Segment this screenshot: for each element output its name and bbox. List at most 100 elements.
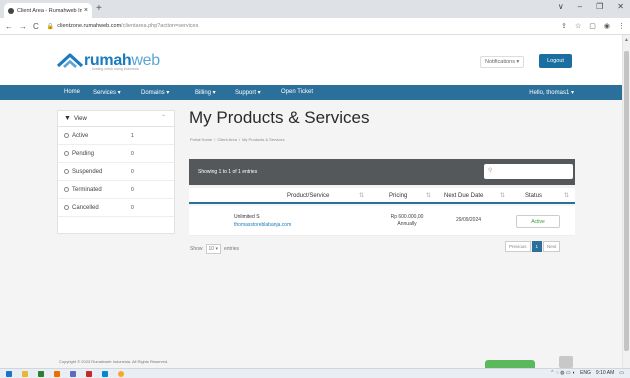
page-scrollbar[interactable]: ▲ xyxy=(622,35,630,368)
filter-terminated[interactable]: Terminated 0 xyxy=(58,181,174,199)
close-tab-icon[interactable]: × xyxy=(84,7,88,14)
table-row[interactable]: Unlimited S thomasstoreblabanja.com Rp 6… xyxy=(189,206,575,236)
nav-billing[interactable]: Billing ▾ xyxy=(195,89,216,96)
nav-support[interactable]: Support ▾ xyxy=(235,89,261,96)
menu-dots-icon[interactable]: ⋮ xyxy=(618,22,625,30)
filter-label: Suspended xyxy=(72,168,103,175)
app-icon[interactable] xyxy=(70,371,76,377)
logo-tagline: hosting untuk orang indonesia xyxy=(92,67,139,71)
nav-services[interactable]: Services ▾ xyxy=(93,89,121,96)
url-host: clientzone.rumahweb.com xyxy=(57,23,122,29)
user-menu[interactable]: Hello, thomas1 ▾ xyxy=(529,89,574,96)
file-explorer-icon[interactable] xyxy=(22,371,28,377)
main-nav: Home Services ▾ Domains ▾ Billing ▾ Supp… xyxy=(0,85,622,100)
chat-launcher[interactable] xyxy=(559,356,573,368)
maximize-icon[interactable]: ❐ xyxy=(596,2,603,11)
tab-search-icon[interactable]: ∨ xyxy=(558,2,564,11)
product-domain[interactable]: thomasstoreblabanja.com xyxy=(234,222,291,228)
product-price: Rp 600.000,00 xyxy=(390,214,424,220)
share-icon[interactable]: ⇪ xyxy=(561,22,567,30)
clock[interactable]: 9:10 AM xyxy=(596,370,614,376)
tray-icons[interactable]: ⌃ ◌ ◍ ▭ ◖ xyxy=(550,370,575,376)
breadcrumb-home[interactable]: Portal Home xyxy=(190,137,212,142)
product-name: Unlimited S xyxy=(234,214,260,220)
prev-page-button[interactable]: Previous xyxy=(505,241,531,252)
favicon-icon xyxy=(8,7,14,14)
filter-count: 0 xyxy=(131,168,134,175)
app-icon[interactable] xyxy=(54,371,60,377)
filter-label: Active xyxy=(72,132,89,139)
filter-label: Cancelled xyxy=(72,204,99,211)
url-field[interactable]: 🔒 clientzone.rumahweb.com/clientarea.php… xyxy=(47,23,561,30)
close-window-icon[interactable]: ✕ xyxy=(617,2,624,11)
filter-active[interactable]: Active 1 xyxy=(58,127,174,145)
filter-suspended[interactable]: Suspended 0 xyxy=(58,163,174,181)
radio-icon[interactable] xyxy=(64,151,69,156)
back-icon[interactable]: ← xyxy=(5,22,13,31)
scrollbar-thumb[interactable] xyxy=(624,51,629,351)
filter-count: 0 xyxy=(131,204,134,211)
notifications-button[interactable]: Notifications ▾ xyxy=(480,56,525,68)
page-length-select[interactable]: 10 ▾ xyxy=(205,244,221,254)
browser-tab-bar: Client Area - Rumahweb Indone × + ∨ – ❐ … xyxy=(0,0,630,18)
nav-home[interactable]: Home xyxy=(64,89,80,95)
filter-label: Pending xyxy=(72,150,95,157)
col-next-due-date[interactable]: Next Due Date xyxy=(444,193,483,199)
logout-button[interactable]: Logout xyxy=(539,54,572,68)
minimize-icon[interactable]: – xyxy=(578,2,582,11)
page-title: My Products & Services xyxy=(189,108,370,127)
col-pricing[interactable]: Pricing xyxy=(389,193,407,199)
start-icon[interactable] xyxy=(6,371,12,377)
next-page-button[interactable]: Next xyxy=(543,241,561,252)
profile-icon[interactable]: ◉ xyxy=(604,22,610,30)
reload-icon[interactable]: C xyxy=(33,22,39,31)
nav-open-ticket[interactable]: Open Ticket xyxy=(281,89,313,95)
filter-count: 0 xyxy=(131,150,134,157)
sort-icon[interactable]: ⇅ xyxy=(500,192,505,199)
language-indicator[interactable]: ENG xyxy=(580,370,591,376)
view-filter-header[interactable]: ▼ View ⌃ xyxy=(58,111,174,127)
table-info: Showing 1 to 1 of 1 entries xyxy=(198,169,258,175)
view-filter-title: View xyxy=(73,115,87,122)
sort-icon[interactable]: ⇅ xyxy=(426,192,431,199)
app-icon[interactable] xyxy=(102,371,108,377)
nav-domains[interactable]: Domains ▾ xyxy=(141,89,169,96)
sort-icon[interactable]: ⇅ xyxy=(359,192,364,199)
breadcrumb-current: My Products & Services xyxy=(242,137,285,142)
new-tab-button[interactable]: + xyxy=(96,3,102,14)
table-header: Product/Service ⇅ Pricing ⇅ Next Due Dat… xyxy=(189,188,575,204)
bookmark-star-icon[interactable]: ☆ xyxy=(575,22,581,30)
notification-icon[interactable]: ▭ xyxy=(619,370,624,376)
scroll-up-icon[interactable]: ▲ xyxy=(624,37,629,43)
filter-label: Terminated xyxy=(72,186,102,193)
browser-tab[interactable]: Client Area - Rumahweb Indone × xyxy=(4,3,92,18)
filter-count: 0 xyxy=(131,186,134,193)
breadcrumb-client-area[interactable]: Client Area xyxy=(217,137,237,142)
radio-icon[interactable] xyxy=(64,187,69,192)
entries-label: entries xyxy=(223,246,239,252)
chevron-up-icon[interactable]: ⌃ xyxy=(161,114,166,121)
radio-icon[interactable] xyxy=(64,133,69,138)
tab-title: Client Area - Rumahweb Indone xyxy=(17,7,82,14)
col-status[interactable]: Status xyxy=(525,193,542,199)
sort-icon[interactable]: ⇅ xyxy=(564,192,569,199)
system-tray: ⌃ ◌ ◍ ▭ ◖ ENG 9:10 AM ▭ xyxy=(550,370,624,376)
app-icon[interactable] xyxy=(38,371,44,377)
forward-icon[interactable]: → xyxy=(19,22,27,31)
sidebar-panel-icon[interactable]: ▢ xyxy=(589,22,596,30)
page-length-control: Show 10 ▾ entries xyxy=(190,244,239,254)
chat-widget[interactable] xyxy=(485,360,535,368)
search-icon: ⚲ xyxy=(488,168,493,174)
filter-pending[interactable]: Pending 0 xyxy=(58,145,174,163)
app-icon[interactable] xyxy=(86,371,92,377)
radio-icon[interactable] xyxy=(64,205,69,210)
os-taskbar: ⌃ ◌ ◍ ▭ ◖ ENG 9:10 AM ▭ xyxy=(0,368,630,378)
col-product-service[interactable]: Product/Service xyxy=(287,193,329,199)
footer-copyright: Copyright © 2023 Rumahweb Indonesia. All… xyxy=(59,359,169,364)
table-search-input[interactable]: ⚲ xyxy=(484,164,573,179)
filter-count: 1 xyxy=(131,132,134,139)
filter-cancelled[interactable]: Cancelled 0 xyxy=(58,199,174,217)
radio-icon[interactable] xyxy=(64,169,69,174)
chrome-icon[interactable] xyxy=(118,371,124,377)
page-button[interactable]: 1 xyxy=(531,241,543,252)
